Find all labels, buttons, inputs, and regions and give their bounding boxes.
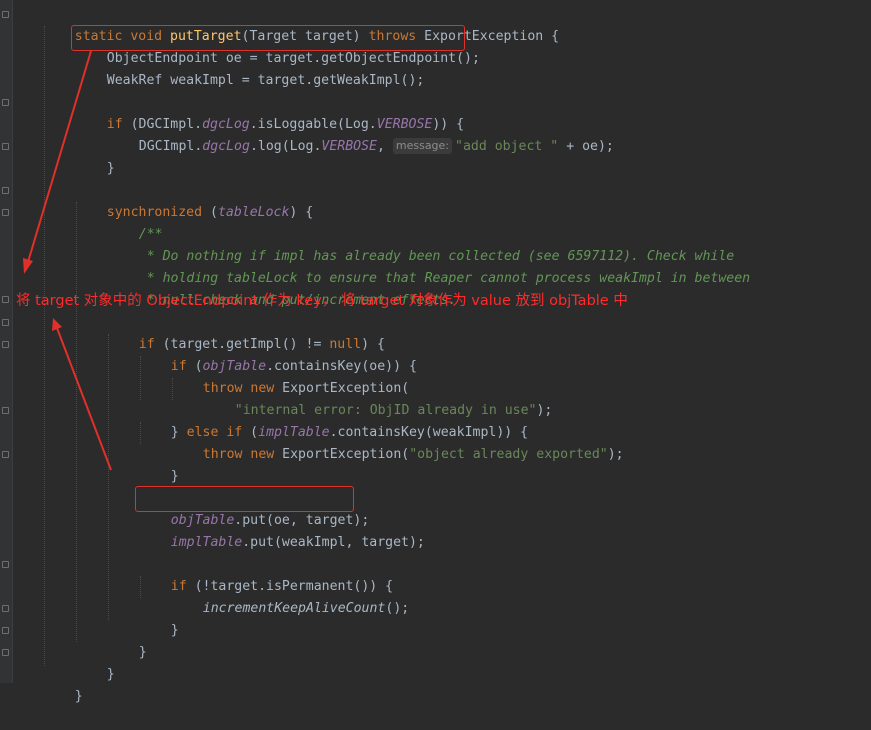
annotation-arrows	[23, 50, 112, 471]
annotation-text: 将 target 对象中的 ObjectEndpoint 作为 key， 将 t…	[16, 293, 628, 309]
arrow-line	[56, 327, 112, 471]
code-editor[interactable]: static void putTarget(Target target) thr…	[0, 0, 871, 704]
arrow-line	[27, 50, 92, 263]
code-text: }	[74, 689, 83, 704]
arrowhead-icon	[23, 258, 33, 274]
